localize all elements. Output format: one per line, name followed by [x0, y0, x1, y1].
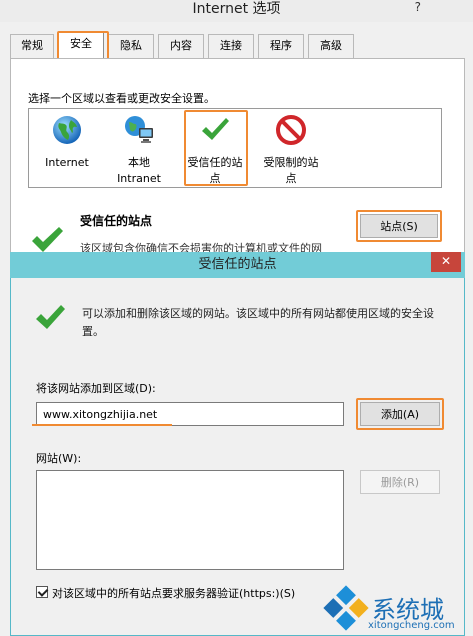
- trusted-zone-check-icon: [32, 227, 63, 252]
- help-button[interactable]: ?: [415, 0, 421, 14]
- close-button[interactable]: ✕: [431, 252, 461, 272]
- zone-trusted-sites-label-2: 点: [209, 172, 221, 185]
- https-verification-label: 对该区域中的所有站点要求服务器验证(https:)(S): [52, 587, 296, 600]
- trusted-sites-dialog-title: 受信任的站点: [198, 257, 277, 272]
- websites-label: 网站(W):: [36, 452, 82, 465]
- tab-content[interactable]: 内容: [158, 34, 204, 58]
- tab-privacy[interactable]: 隐私: [108, 34, 154, 58]
- green-check-icon: [202, 118, 229, 140]
- tab-programs[interactable]: 程序: [258, 34, 304, 58]
- zone-restricted-sites-label-1: 受限制的站: [263, 156, 319, 169]
- watermark-url: xitongcheng.com: [368, 620, 455, 631]
- intranet-computer-icon: [125, 116, 153, 143]
- tab-security[interactable]: 安全: [58, 32, 104, 59]
- outer-dialog-title: Internet 选项: [0, 0, 473, 22]
- add-button[interactable]: 添加(A): [360, 402, 440, 426]
- globe-icon: [53, 116, 81, 144]
- zone-internet-label: Internet: [45, 156, 89, 169]
- zone-restricted-sites-label-2: 点: [285, 172, 297, 185]
- zone-trusted-sites[interactable]: 受信任的站 点: [184, 114, 246, 187]
- zone-instruction: 选择一个区域以查看或更改安全设置。: [28, 92, 215, 105]
- zone-restricted-sites[interactable]: 受限制的站 点: [260, 114, 322, 187]
- tab-general[interactable]: 常规: [10, 34, 54, 58]
- outer-close-button[interactable]: [433, 0, 467, 18]
- check-icon: [36, 305, 65, 329]
- no-entry-icon: [276, 115, 306, 145]
- websites-list[interactable]: [36, 470, 344, 570]
- zone-trusted-sites-label-1: 受信任的站: [187, 156, 243, 169]
- sites-button[interactable]: 站点(S): [360, 214, 438, 238]
- tab-advanced[interactable]: 高级: [308, 34, 354, 58]
- zone-local-intranet-label-2: Intranet: [117, 172, 161, 185]
- tab-connections[interactable]: 连接: [208, 34, 254, 58]
- remove-button[interactable]: 删除(R): [360, 470, 440, 494]
- trusted-sites-description: 可以添加和删除该区域的网站。该区域中的所有网站都使用区域的安全设置。: [82, 307, 434, 338]
- add-website-label: 将该网站添加到区域(D):: [36, 382, 156, 395]
- zone-local-intranet-label-1: 本地: [128, 156, 150, 169]
- url-underline-mark: [32, 424, 172, 426]
- zone-local-intranet[interactable]: 本地 Intranet: [108, 114, 170, 187]
- zone-internet[interactable]: Internet: [36, 114, 98, 171]
- selected-zone-title: 受信任的站点: [80, 214, 153, 228]
- website-url-input[interactable]: [36, 402, 344, 426]
- https-verification-checkbox[interactable]: [36, 586, 48, 598]
